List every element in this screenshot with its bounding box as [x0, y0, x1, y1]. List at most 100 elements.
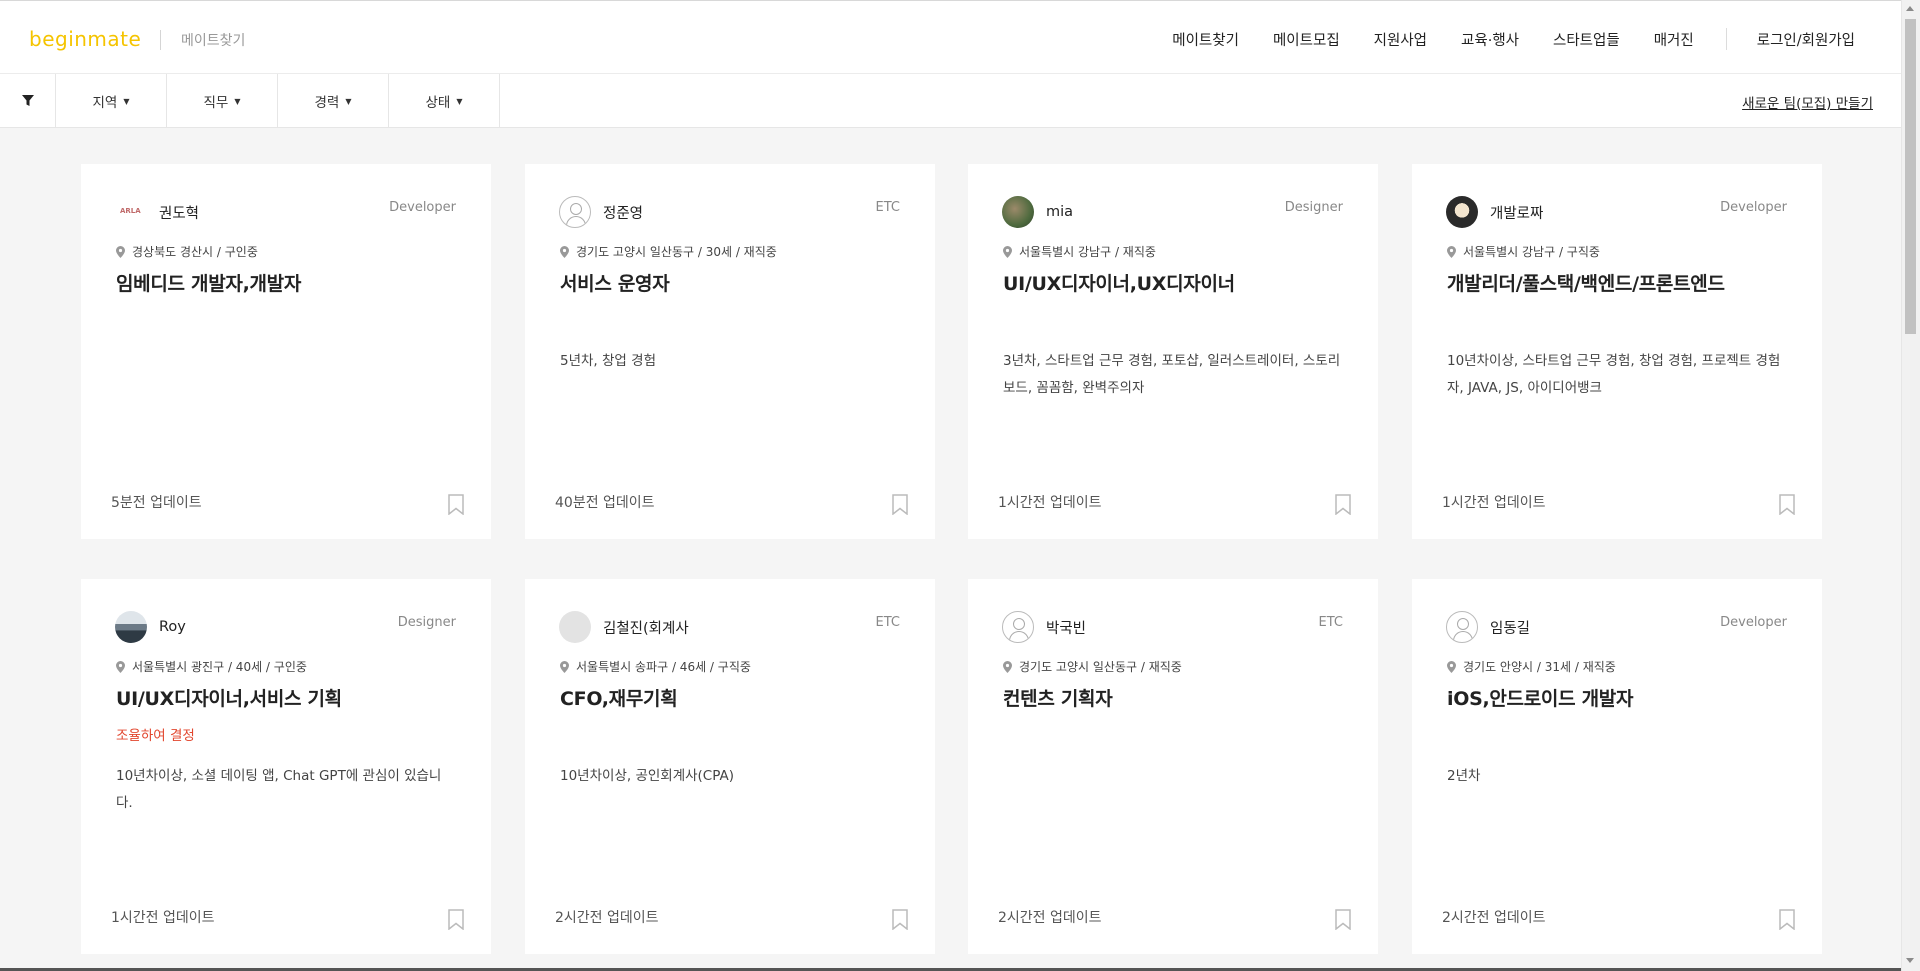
- mate-name: mia: [1046, 204, 1074, 220]
- top-header: beginmate 메이트찾기 메이트찾기 메이트모집 지원사업 교육·행사 스…: [0, 0, 1901, 74]
- mate-description: 2년차: [1447, 768, 1481, 784]
- caret-down-icon: ▼: [456, 96, 463, 106]
- nav-magazine[interactable]: 매거진: [1654, 29, 1694, 50]
- mate-name: Roy: [159, 619, 186, 635]
- mate-name: 권도혁: [159, 205, 200, 222]
- mate-title: 개발리더/풀스택/백엔드/프론트엔드: [1447, 273, 1725, 295]
- mate-card[interactable]: 정준영 ETC 경기도 고양시 일산동구 / 30세 / 재직중 서비스 운영자…: [525, 164, 935, 539]
- filter-status-label: 상태: [425, 95, 451, 111]
- nav-events[interactable]: 교육·행사: [1461, 29, 1519, 50]
- filter-toggle[interactable]: [0, 74, 56, 128]
- mate-description: 3년차, 스타트업 근무 경험, 포토샵, 일러스트레이터, 스토리보드, 꼼꼼…: [1003, 353, 1341, 396]
- mate-title: iOS,안드로이드 개발자: [1447, 688, 1634, 710]
- mate-card[interactable]: 권도혁 Developer 경상북도 경산시 / 구인중 임베디드 개발자,개발…: [81, 164, 491, 539]
- filter-region[interactable]: 지역 ▼: [56, 74, 167, 128]
- mate-card[interactable]: 박국빈 ETC 경기도 고양시 일산동구 / 재직중 컨텐츠 기획자 2시간전 …: [968, 579, 1378, 954]
- bookmark-icon[interactable]: [892, 494, 908, 515]
- updated-time: 2시간전 업데이트: [555, 910, 659, 926]
- login-link[interactable]: 로그인/회원가입: [1757, 29, 1855, 50]
- mate-location: 경기도 안양시 / 31세 / 재직중: [1463, 660, 1616, 674]
- mate-name: 임동길: [1490, 620, 1531, 637]
- caret-down-icon: ▼: [123, 96, 130, 106]
- mate-card[interactable]: mia Designer 서울특별시 강남구 / 재직중 UI/UX디자이너,U…: [968, 164, 1378, 539]
- mate-title: CFO,재무기획: [560, 688, 678, 710]
- location-pin-icon: [116, 660, 125, 673]
- logo[interactable]: beginmate: [29, 27, 141, 51]
- mate-card[interactable]: 김철진(회계사 ETC 서울특별시 송파구 / 46세 / 구직중 CFO,재무…: [525, 579, 935, 954]
- updated-time: 2시간전 업데이트: [1442, 910, 1546, 926]
- avatar: [115, 196, 147, 228]
- mate-title: UI/UX디자이너,UX디자이너: [1003, 273, 1235, 295]
- avatar: [115, 611, 147, 643]
- new-team-link[interactable]: 새로운 팀(모집) 만들기: [1742, 92, 1873, 112]
- mate-title: 임베디드 개발자,개발자: [116, 273, 302, 295]
- bookmark-icon[interactable]: [448, 494, 464, 515]
- caret-down-icon: ▼: [345, 96, 352, 106]
- mate-title: UI/UX디자이너,서비스 기획: [116, 688, 342, 710]
- bookmark-icon[interactable]: [448, 909, 464, 930]
- updated-time: 1시간전 업데이트: [998, 495, 1102, 511]
- logo-divider: [160, 30, 161, 50]
- mate-location: 경상북도 경산시 / 구인중: [132, 245, 258, 259]
- filter-career[interactable]: 경력 ▼: [278, 74, 389, 128]
- avatar: [1446, 611, 1478, 643]
- bookmark-icon[interactable]: [1779, 909, 1795, 930]
- mate-location: 서울특별시 강남구 / 구직중: [1463, 245, 1600, 259]
- mate-role: Developer: [1720, 615, 1787, 630]
- scroll-up-arrow-icon[interactable]: [1906, 6, 1914, 11]
- avatar: [559, 196, 591, 228]
- location-pin-icon: [1447, 245, 1456, 258]
- updated-time: 40분전 업데이트: [555, 495, 655, 511]
- scrollbar-thumb[interactable]: [1905, 19, 1916, 334]
- filter-job[interactable]: 직무 ▼: [167, 74, 278, 128]
- mate-card[interactable]: 임동길 Developer 경기도 안양시 / 31세 / 재직중 iOS,안드…: [1412, 579, 1822, 954]
- avatar: [1446, 196, 1478, 228]
- mate-location: 경기도 고양시 일산동구 / 재직중: [1019, 660, 1182, 674]
- location-pin-icon: [1003, 660, 1012, 673]
- location-pin-icon: [560, 660, 569, 673]
- mate-location: 서울특별시 송파구 / 46세 / 구직중: [576, 660, 751, 674]
- location-pin-icon: [560, 245, 569, 258]
- mate-card[interactable]: 개발로짜 Developer 서울특별시 강남구 / 구직중 개발리더/풀스택/…: [1412, 164, 1822, 539]
- caret-down-icon: ▼: [234, 96, 241, 106]
- scroll-down-arrow-icon[interactable]: [1906, 958, 1914, 963]
- bookmark-icon[interactable]: [1779, 494, 1795, 515]
- mate-role: ETC: [875, 200, 900, 215]
- mate-role: Designer: [1284, 200, 1343, 215]
- mate-note: 조율하여 결정: [116, 728, 195, 744]
- mate-description: 10년차이상, 소셜 데이팅 앱, Chat GPT에 관심이 있습니다.: [116, 768, 442, 811]
- mate-role: ETC: [875, 615, 900, 630]
- updated-time: 1시간전 업데이트: [1442, 495, 1546, 511]
- mate-location: 경기도 고양시 일산동구 / 30세 / 재직중: [576, 245, 777, 259]
- mate-card[interactable]: Roy Designer 서울특별시 광진구 / 40세 / 구인중 UI/UX…: [81, 579, 491, 954]
- current-section: 메이트찾기: [181, 33, 246, 49]
- bookmark-icon[interactable]: [1335, 494, 1351, 515]
- mate-role: Designer: [397, 615, 456, 630]
- location-pin-icon: [1447, 660, 1456, 673]
- updated-time: 5분전 업데이트: [111, 495, 202, 511]
- main-nav: 메이트찾기 메이트모집 지원사업 교육·행사 스타트업들 매거진 로그인/회원가…: [1138, 27, 1855, 51]
- filter-job-label: 직무: [203, 95, 229, 111]
- location-pin-icon: [116, 245, 125, 258]
- mate-location: 서울특별시 강남구 / 재직중: [1019, 245, 1156, 259]
- mate-location: 서울특별시 광진구 / 40세 / 구인중: [132, 660, 307, 674]
- nav-startups[interactable]: 스타트업들: [1553, 29, 1620, 50]
- bookmark-icon[interactable]: [1335, 909, 1351, 930]
- updated-time: 2시간전 업데이트: [998, 910, 1102, 926]
- nav-divider: [1725, 28, 1727, 50]
- avatar: [1002, 611, 1034, 643]
- mate-role: Developer: [1720, 200, 1787, 215]
- avatar: [1002, 196, 1034, 228]
- bookmark-icon[interactable]: [892, 909, 908, 930]
- mate-title: 컨텐츠 기획자: [1003, 688, 1113, 710]
- filter-bar: 지역 ▼ 직무 ▼ 경력 ▼ 상태 ▼ 새로운 팀(모집) 만들기: [0, 74, 1901, 128]
- mate-description: 10년차이상, 스타트업 근무 경험, 창업 경험, 프로젝트 경험자, JAV…: [1447, 353, 1781, 396]
- filter-status[interactable]: 상태 ▼: [389, 74, 500, 128]
- mate-description: 10년차이상, 공인회계사(CPA): [560, 768, 735, 784]
- nav-support[interactable]: 지원사업: [1374, 29, 1427, 50]
- nav-find-mate[interactable]: 메이트찾기: [1172, 29, 1239, 50]
- mate-description: 5년차, 창업 경험: [560, 353, 656, 369]
- mate-name: 개발로짜: [1490, 205, 1544, 222]
- mate-name: 박국빈: [1046, 620, 1087, 637]
- nav-recruit-mate[interactable]: 메이트모집: [1273, 29, 1340, 50]
